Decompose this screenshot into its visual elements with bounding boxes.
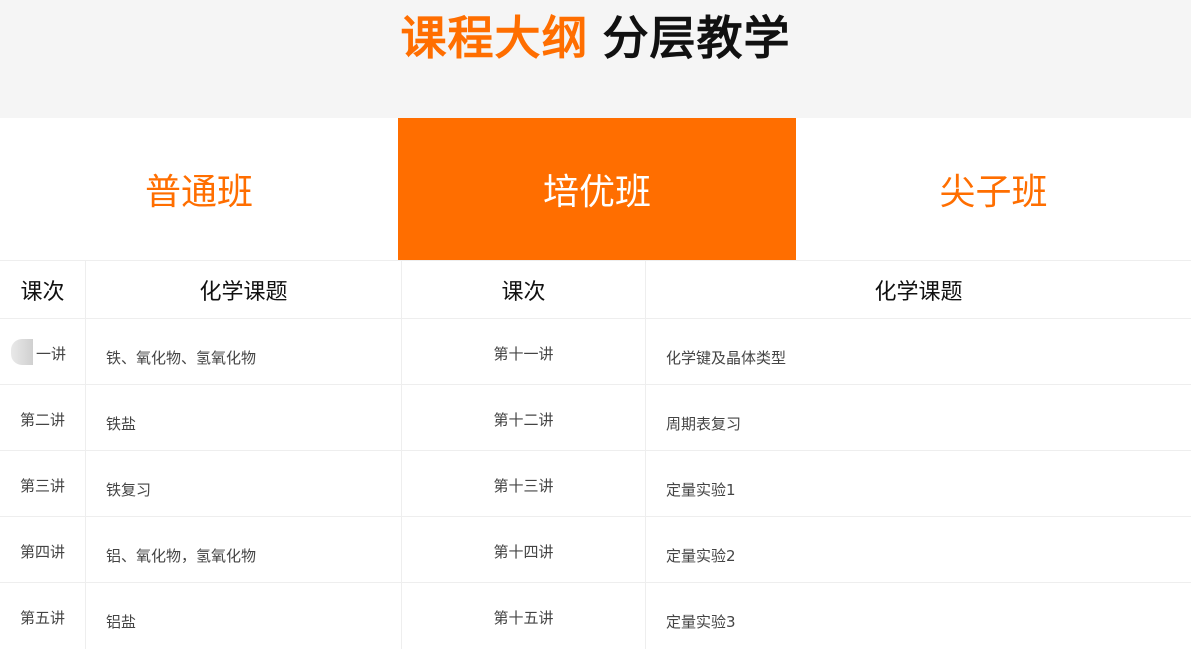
column-header-lesson: 课次 [0,261,86,318]
lesson-cell: 第四讲 [0,517,86,582]
avatar [11,339,33,365]
topic-cell: 定量实验2 [666,547,736,565]
topic-cell: 铝盐 [86,583,402,649]
table-row: 一讲 铁、氧化物、氢氧化物 第十一讲 化学键及晶体类型 [0,319,1191,385]
title-rest: 分层教学 [602,11,791,65]
class-level-tabs: 普通班 培优班 尖子班 [0,118,1191,260]
tab-advanced-class[interactable]: 培优班 [398,118,796,260]
tab-top-class[interactable]: 尖子班 [796,118,1191,260]
topic-cell: 定量实验3 [666,613,736,631]
lesson-cell: 第十四讲 [402,517,646,582]
table-row: 第二讲 铁盐 第十二讲 周期表复习 [0,385,1191,451]
topic-cell: 周期表复习 [666,415,742,433]
topic-cell: 铝、氧化物，氢氧化物 [86,517,402,582]
lesson-cell: 第十二讲 [402,385,646,450]
lesson-cell: 第十三讲 [402,451,646,516]
column-header-lesson: 课次 [402,261,646,318]
lesson-cell: 第五讲 [0,583,86,649]
table-header-row: 课次 化学课题 课次 化学课题 [0,261,1191,319]
title-highlight: 课程大纲 [400,11,589,65]
lesson-cell: 第三讲 [0,451,86,516]
lesson-cell: 第十一讲 [402,319,646,384]
tab-regular-class[interactable]: 普通班 [0,118,398,260]
page-title: 课程大纲 分层教学 [0,10,1191,66]
topic-cell: 定量实验1 [666,481,736,499]
lesson-label: 一讲 [36,345,67,363]
lesson-cell: 一讲 [0,319,86,384]
header-banner: 课程大纲 分层教学 [0,0,1191,118]
topic-cell: 铁、氧化物、氢氧化物 [86,319,402,384]
table-row: 第五讲 铝盐 第十五讲 定量实验3 [0,583,1191,649]
lesson-cell: 第二讲 [0,385,86,450]
syllabus-table: 课次 化学课题 课次 化学课题 一讲 铁、氧化物、氢氧化物 第十一讲 化学键及晶… [0,260,1191,650]
table-row: 第四讲 铝、氧化物，氢氧化物 第十四讲 定量实验2 [0,517,1191,583]
column-header-topic: 化学课题 [86,261,402,318]
table-row: 第三讲 铁复习 第十三讲 定量实验1 [0,451,1191,517]
lesson-cell: 第十五讲 [402,583,646,649]
topic-cell: 铁盐 [86,385,402,450]
topic-cell: 铁复习 [86,451,402,516]
topic-cell: 化学键及晶体类型 [666,349,787,367]
column-header-topic: 化学课题 [874,279,963,305]
